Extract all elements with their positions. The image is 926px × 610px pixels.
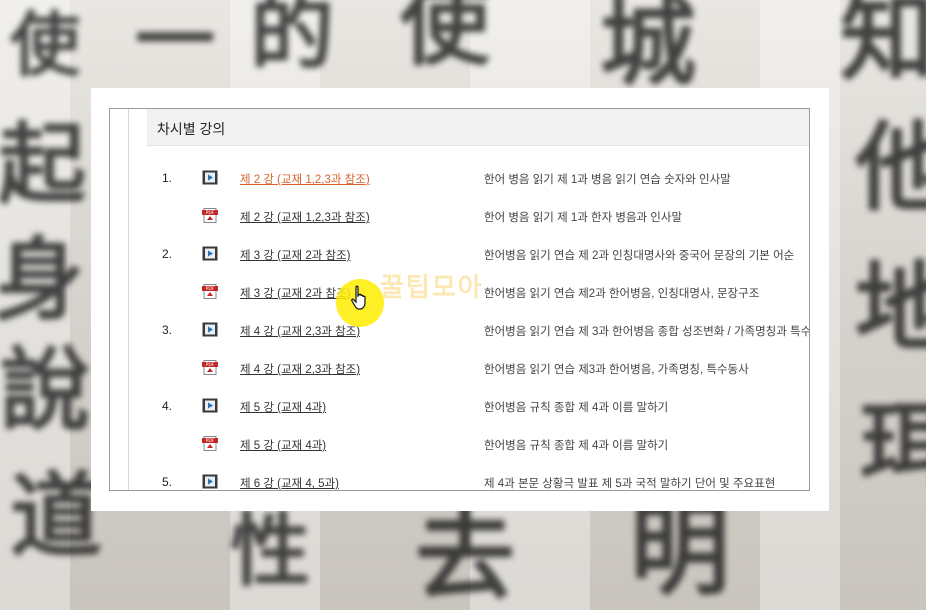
lesson-number: 4. [162, 399, 173, 413]
lesson-link[interactable]: 제 2 강 (교재 1,2,3과 참조) [240, 171, 370, 187]
content-card: 차시별 강의 1. 제 2 강 (교재 1,2,3과 참조) 한어 병음 읽기 제 … [91, 88, 829, 511]
svg-text:PDF: PDF [206, 438, 215, 444]
pdf-file-icon[interactable]: PDF [202, 436, 218, 451]
pdf-file-icon[interactable]: PDF [202, 284, 218, 299]
lesson-link[interactable]: 제 6 강 (교재 4, 5과) [240, 475, 339, 490]
video-play-icon[interactable] [202, 170, 218, 185]
video-play-icon[interactable] [202, 398, 218, 413]
section-header: 차시별 강의 [147, 109, 809, 146]
lesson-description: 한어 병음 읽기 제 1과 한자 병음과 인사말 [484, 212, 683, 224]
svg-text:PDF: PDF [206, 210, 215, 216]
lesson-row: 3. 제 4 강 (교재 2,3과 참조) 한어병음 읽기 연습 제 3과 한어병음… [110, 321, 809, 341]
lesson-description: 한어병음 읽기 연습 제 3과 한어병음 종합 성조변화 / 가족명칭과 특수 [484, 326, 810, 338]
lesson-row: PDF 제 2 강 (교재 1,2,3과 참조) 한어 병음 읽기 제 1과 한자 … [110, 207, 809, 227]
lesson-link[interactable]: 제 3 강 (교재 2과 참조) [240, 247, 351, 263]
lesson-link[interactable]: 제 4 강 (교재 2,3과 참조) [240, 361, 360, 377]
lesson-number: 3. [162, 323, 173, 337]
lesson-description: 한어병음 규칙 종합 제 4과 이름 말하기 [484, 440, 669, 452]
lesson-row: 4. 제 5 강 (교재 4과) 한어병음 규칙 종합 제 4과 이름 말하기 [110, 397, 809, 417]
lesson-number: 2. [162, 247, 173, 261]
lesson-description: 제 4과 본문 상황극 발표 제 5과 국적 말하기 단어 및 주요표현 [484, 478, 776, 490]
lesson-description: 한어병음 규칙 종합 제 4과 이름 말하기 [484, 402, 669, 414]
svg-text:PDF: PDF [206, 286, 215, 292]
lesson-link[interactable]: 제 5 강 (교재 4과) [240, 399, 326, 415]
section-title: 차시별 강의 [157, 121, 226, 137]
lesson-link[interactable]: 제 2 강 (교재 1,2,3과 참조) [240, 209, 370, 225]
video-play-icon[interactable] [202, 322, 218, 337]
hand-pointer-icon [351, 285, 366, 310]
lesson-link[interactable]: 제 4 강 (교재 2,3과 참조) [240, 323, 360, 339]
lesson-row: 5. 제 6 강 (교재 4, 5과) 제 4과 본문 상황극 발표 제 5과 국적… [110, 473, 809, 490]
lesson-description: 한어 병음 읽기 제 1과 병음 읽기 연습 숫자와 인사말 [484, 174, 731, 186]
lesson-row: PDF 제 4 강 (교재 2,3과 참조) 한어병음 읽기 연습 제3과 한어병음… [110, 359, 809, 379]
lesson-link[interactable]: 제 3 강 (교재 2과 참조) [240, 285, 351, 301]
lesson-number: 1. [162, 171, 173, 185]
lesson-description: 한어병음 읽기 연습 제3과 한어병음, 가족명칭, 특수동사 [484, 364, 749, 376]
svg-text:PDF: PDF [206, 362, 215, 368]
watermark: 꿀팁모아 [380, 273, 484, 303]
lesson-description: 한어병음 읽기 연습 제2과 한어병음, 인칭대명사, 문장구조 [484, 288, 760, 300]
lesson-row: 1. 제 2 강 (교재 1,2,3과 참조) 한어 병음 읽기 제 1과 병음 읽… [110, 169, 809, 189]
pdf-file-icon[interactable]: PDF [202, 208, 218, 223]
lesson-row: 2. 제 3 강 (교재 2과 참조) 한어병음 읽기 연습 제 2과 인칭대명사와… [110, 245, 809, 265]
pdf-file-icon[interactable]: PDF [202, 360, 218, 375]
lecture-panel: 차시별 강의 1. 제 2 강 (교재 1,2,3과 참조) 한어 병음 읽기 제 … [109, 108, 810, 491]
lesson-row: PDF 제 5 강 (교재 4과) 한어병음 규칙 종합 제 4과 이름 말하기 [110, 435, 809, 455]
lesson-description: 한어병음 읽기 연습 제 2과 인칭대명사와 중국어 문장의 기본 어순 [484, 250, 795, 262]
lesson-number: 5. [162, 475, 173, 489]
video-play-icon[interactable] [202, 474, 218, 489]
video-play-icon[interactable] [202, 246, 218, 261]
lesson-link[interactable]: 제 5 강 (교재 4과) [240, 437, 326, 453]
